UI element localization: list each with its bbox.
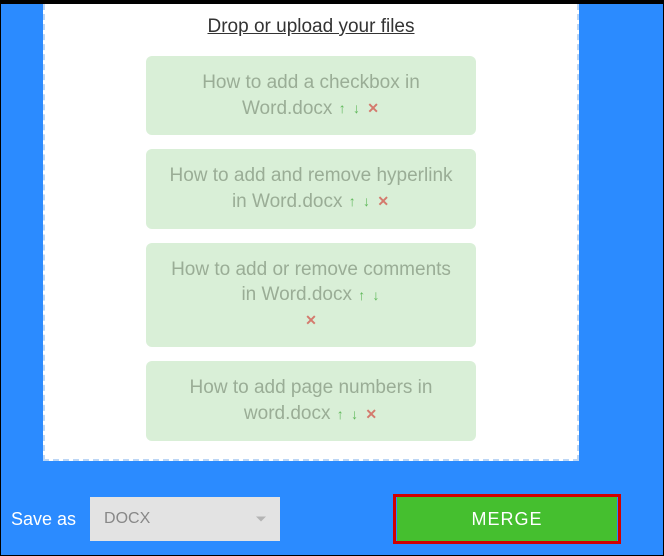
file-controls: ↑ ↓ ✕: [348, 191, 390, 212]
file-list: How to add a checkbox in Word.docx ↑ ↓ ✕…: [45, 56, 577, 451]
move-up-icon[interactable]: ↑: [358, 286, 365, 305]
move-up-icon[interactable]: ↑: [349, 192, 356, 211]
delete-icon[interactable]: ✕: [367, 99, 379, 118]
move-up-icon[interactable]: ↑: [337, 405, 344, 424]
file-controls: ↑ ↓ ✕: [336, 403, 378, 424]
delete-icon[interactable]: ✕: [377, 192, 389, 211]
delete-icon[interactable]: ✕: [365, 405, 377, 424]
format-value: DOCX: [104, 510, 150, 528]
move-down-icon[interactable]: ↓: [373, 286, 380, 305]
merge-button[interactable]: MERGE: [397, 497, 617, 541]
dropzone[interactable]: Drop or upload your files How to add a c…: [43, 4, 579, 461]
move-down-icon[interactable]: ↓: [351, 405, 358, 424]
delete-icon[interactable]: ✕: [305, 311, 317, 330]
move-down-icon[interactable]: ↓: [363, 192, 370, 211]
file-name: How to add page numbers in word.docx: [190, 377, 433, 424]
file-name: How to add a checkbox in Word.docx: [202, 72, 420, 119]
save-as-label: Save as: [11, 509, 76, 530]
file-item: How to add page numbers in word.docx ↑ ↓…: [146, 361, 476, 440]
bottom-bar: Save as DOCX MERGE: [1, 483, 663, 555]
chevron-down-icon: [256, 517, 266, 522]
file-name: How to add and remove hyperlink in Word.…: [169, 165, 452, 212]
file-name: How to add or remove comments in Word.do…: [171, 259, 451, 306]
file-controls: ↑ ↓ ✕: [338, 98, 380, 119]
move-down-icon[interactable]: ↓: [353, 99, 360, 118]
file-item: How to add a checkbox in Word.docx ↑ ↓ ✕: [146, 56, 476, 135]
format-select[interactable]: DOCX: [90, 497, 280, 541]
file-item: How to add or remove comments in Word.do…: [146, 243, 476, 348]
move-up-icon[interactable]: ↑: [339, 99, 346, 118]
dropzone-title[interactable]: Drop or upload your files: [208, 16, 415, 38]
file-item: How to add and remove hyperlink in Word.…: [146, 149, 476, 228]
